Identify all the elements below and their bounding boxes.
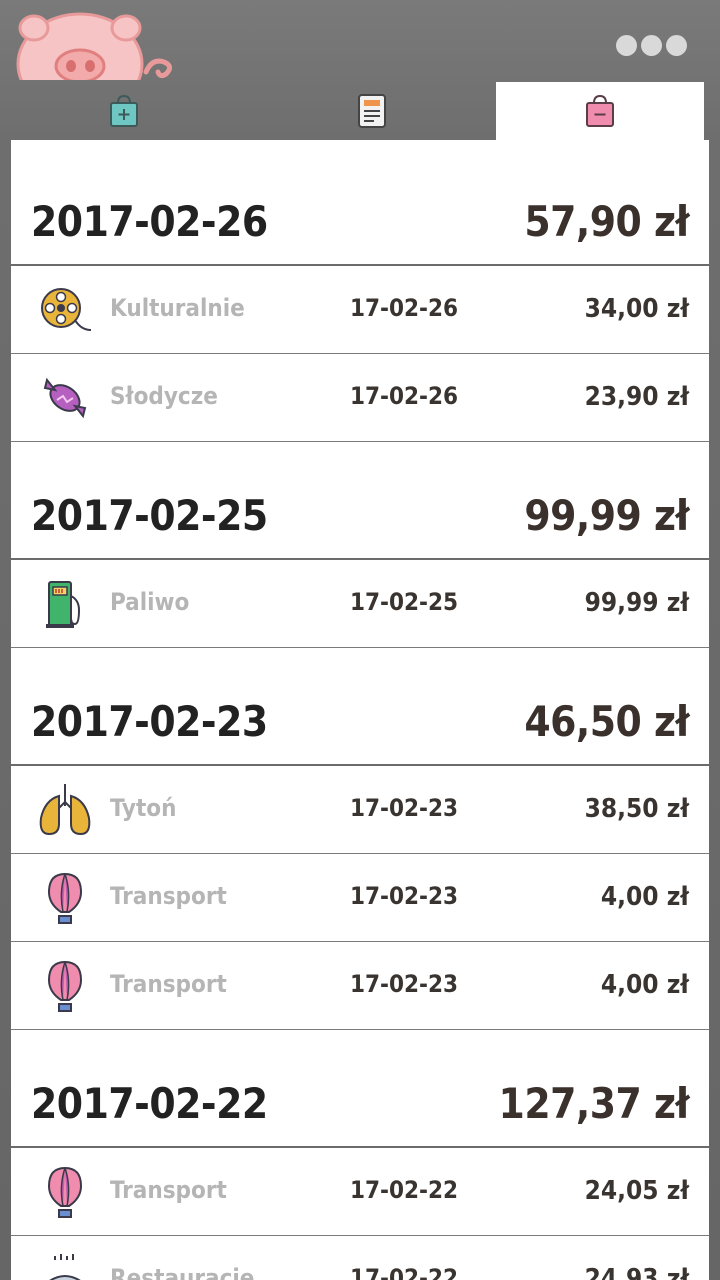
expense-date: 17-02-26	[350, 382, 459, 410]
expense-amount: 4,00 zł	[600, 882, 689, 912]
expense-row[interactable]: Paliwo 17-02-25 99,99 zł	[11, 560, 709, 648]
group-total: 57,90 zł	[524, 197, 689, 246]
expense-amount: 23,90 zł	[584, 382, 689, 412]
group-header: 2017-02-26 57,90 zł	[11, 140, 709, 266]
expense-amount: 99,99 zł	[584, 588, 689, 618]
group-date: 2017-02-22	[31, 1079, 268, 1128]
expense-amount: 24,93 zł	[584, 1264, 689, 1280]
expense-row[interactable]: Transport 17-02-23 4,00 zł	[11, 942, 709, 1030]
expense-row[interactable]: Tytoń 17-02-23 38,50 zł	[11, 766, 709, 854]
expense-amount: 24,05 zł	[584, 1176, 689, 1206]
expense-date: 17-02-22	[350, 1176, 459, 1204]
expense-row[interactable]: Restauracje 17-02-22 24,93 zł	[11, 1236, 709, 1280]
expense-row[interactable]: Transport 17-02-22 24,05 zł	[11, 1148, 709, 1236]
expense-date: 17-02-23	[350, 970, 459, 998]
receipt-icon	[358, 94, 386, 128]
expense-amount: 34,00 zł	[584, 294, 689, 324]
hot-air-balloon-icon	[47, 960, 83, 1012]
tab-income[interactable]	[0, 82, 248, 140]
expense-date: 17-02-26	[350, 294, 459, 322]
group-header: 2017-02-25 99,99 zł	[11, 442, 709, 560]
category-label: Transport	[110, 882, 227, 910]
group-date: 2017-02-25	[31, 491, 268, 540]
expense-amount: 38,50 zł	[584, 794, 689, 824]
group-date: 2017-02-23	[31, 697, 268, 746]
group-total: 46,50 zł	[524, 697, 689, 746]
tab-bar	[0, 82, 720, 140]
hot-air-balloon-icon	[47, 1166, 83, 1218]
fuel-pump-icon	[46, 581, 81, 628]
category-label: Transport	[110, 970, 227, 998]
bag-minus-icon	[586, 94, 614, 127]
expense-date: 17-02-23	[350, 882, 459, 910]
expense-date: 17-02-25	[350, 588, 459, 616]
app-header	[0, 0, 720, 140]
expense-date: 17-02-22	[350, 1264, 459, 1280]
category-label: Transport	[110, 1176, 227, 1204]
group-date: 2017-02-26	[31, 197, 268, 246]
more-dots-icon[interactable]	[616, 30, 692, 60]
expense-amount: 4,00 zł	[600, 970, 689, 1000]
expense-date: 17-02-23	[350, 794, 459, 822]
group-header: 2017-02-23 46,50 zł	[11, 648, 709, 766]
expense-row[interactable]: Transport 17-02-23 4,00 zł	[11, 854, 709, 942]
group-total: 99,99 zł	[524, 491, 689, 540]
steaming-dish-icon	[49, 1254, 81, 1280]
tab-summary[interactable]	[248, 82, 496, 140]
film-reel-icon	[41, 288, 92, 331]
dot	[641, 34, 662, 56]
group-total: 127,37 zł	[498, 1079, 690, 1128]
bag-plus-icon	[110, 94, 138, 127]
category-label: Paliwo	[110, 588, 190, 616]
category-label: Restauracje	[110, 1264, 255, 1280]
dot	[616, 34, 637, 56]
category-label: Tytoń	[110, 794, 177, 822]
expense-list[interactable]: 2017-02-26 57,90 zł Kulturalnie 17-02-26…	[11, 140, 709, 1280]
pig-logo	[16, 12, 172, 80]
hot-air-balloon-icon	[47, 872, 83, 924]
expense-row[interactable]: Kulturalnie 17-02-26 34,00 zł	[11, 266, 709, 354]
lungs-icon	[39, 784, 91, 836]
category-label: Słodycze	[110, 382, 218, 410]
category-label: Kulturalnie	[110, 294, 245, 322]
expense-row[interactable]: Słodycze 17-02-26 23,90 zł	[11, 354, 709, 442]
tab-expenses[interactable]	[496, 82, 704, 140]
dot	[666, 34, 687, 56]
group-header: 2017-02-22 127,37 zł	[11, 1030, 709, 1148]
candy-icon	[43, 377, 87, 419]
